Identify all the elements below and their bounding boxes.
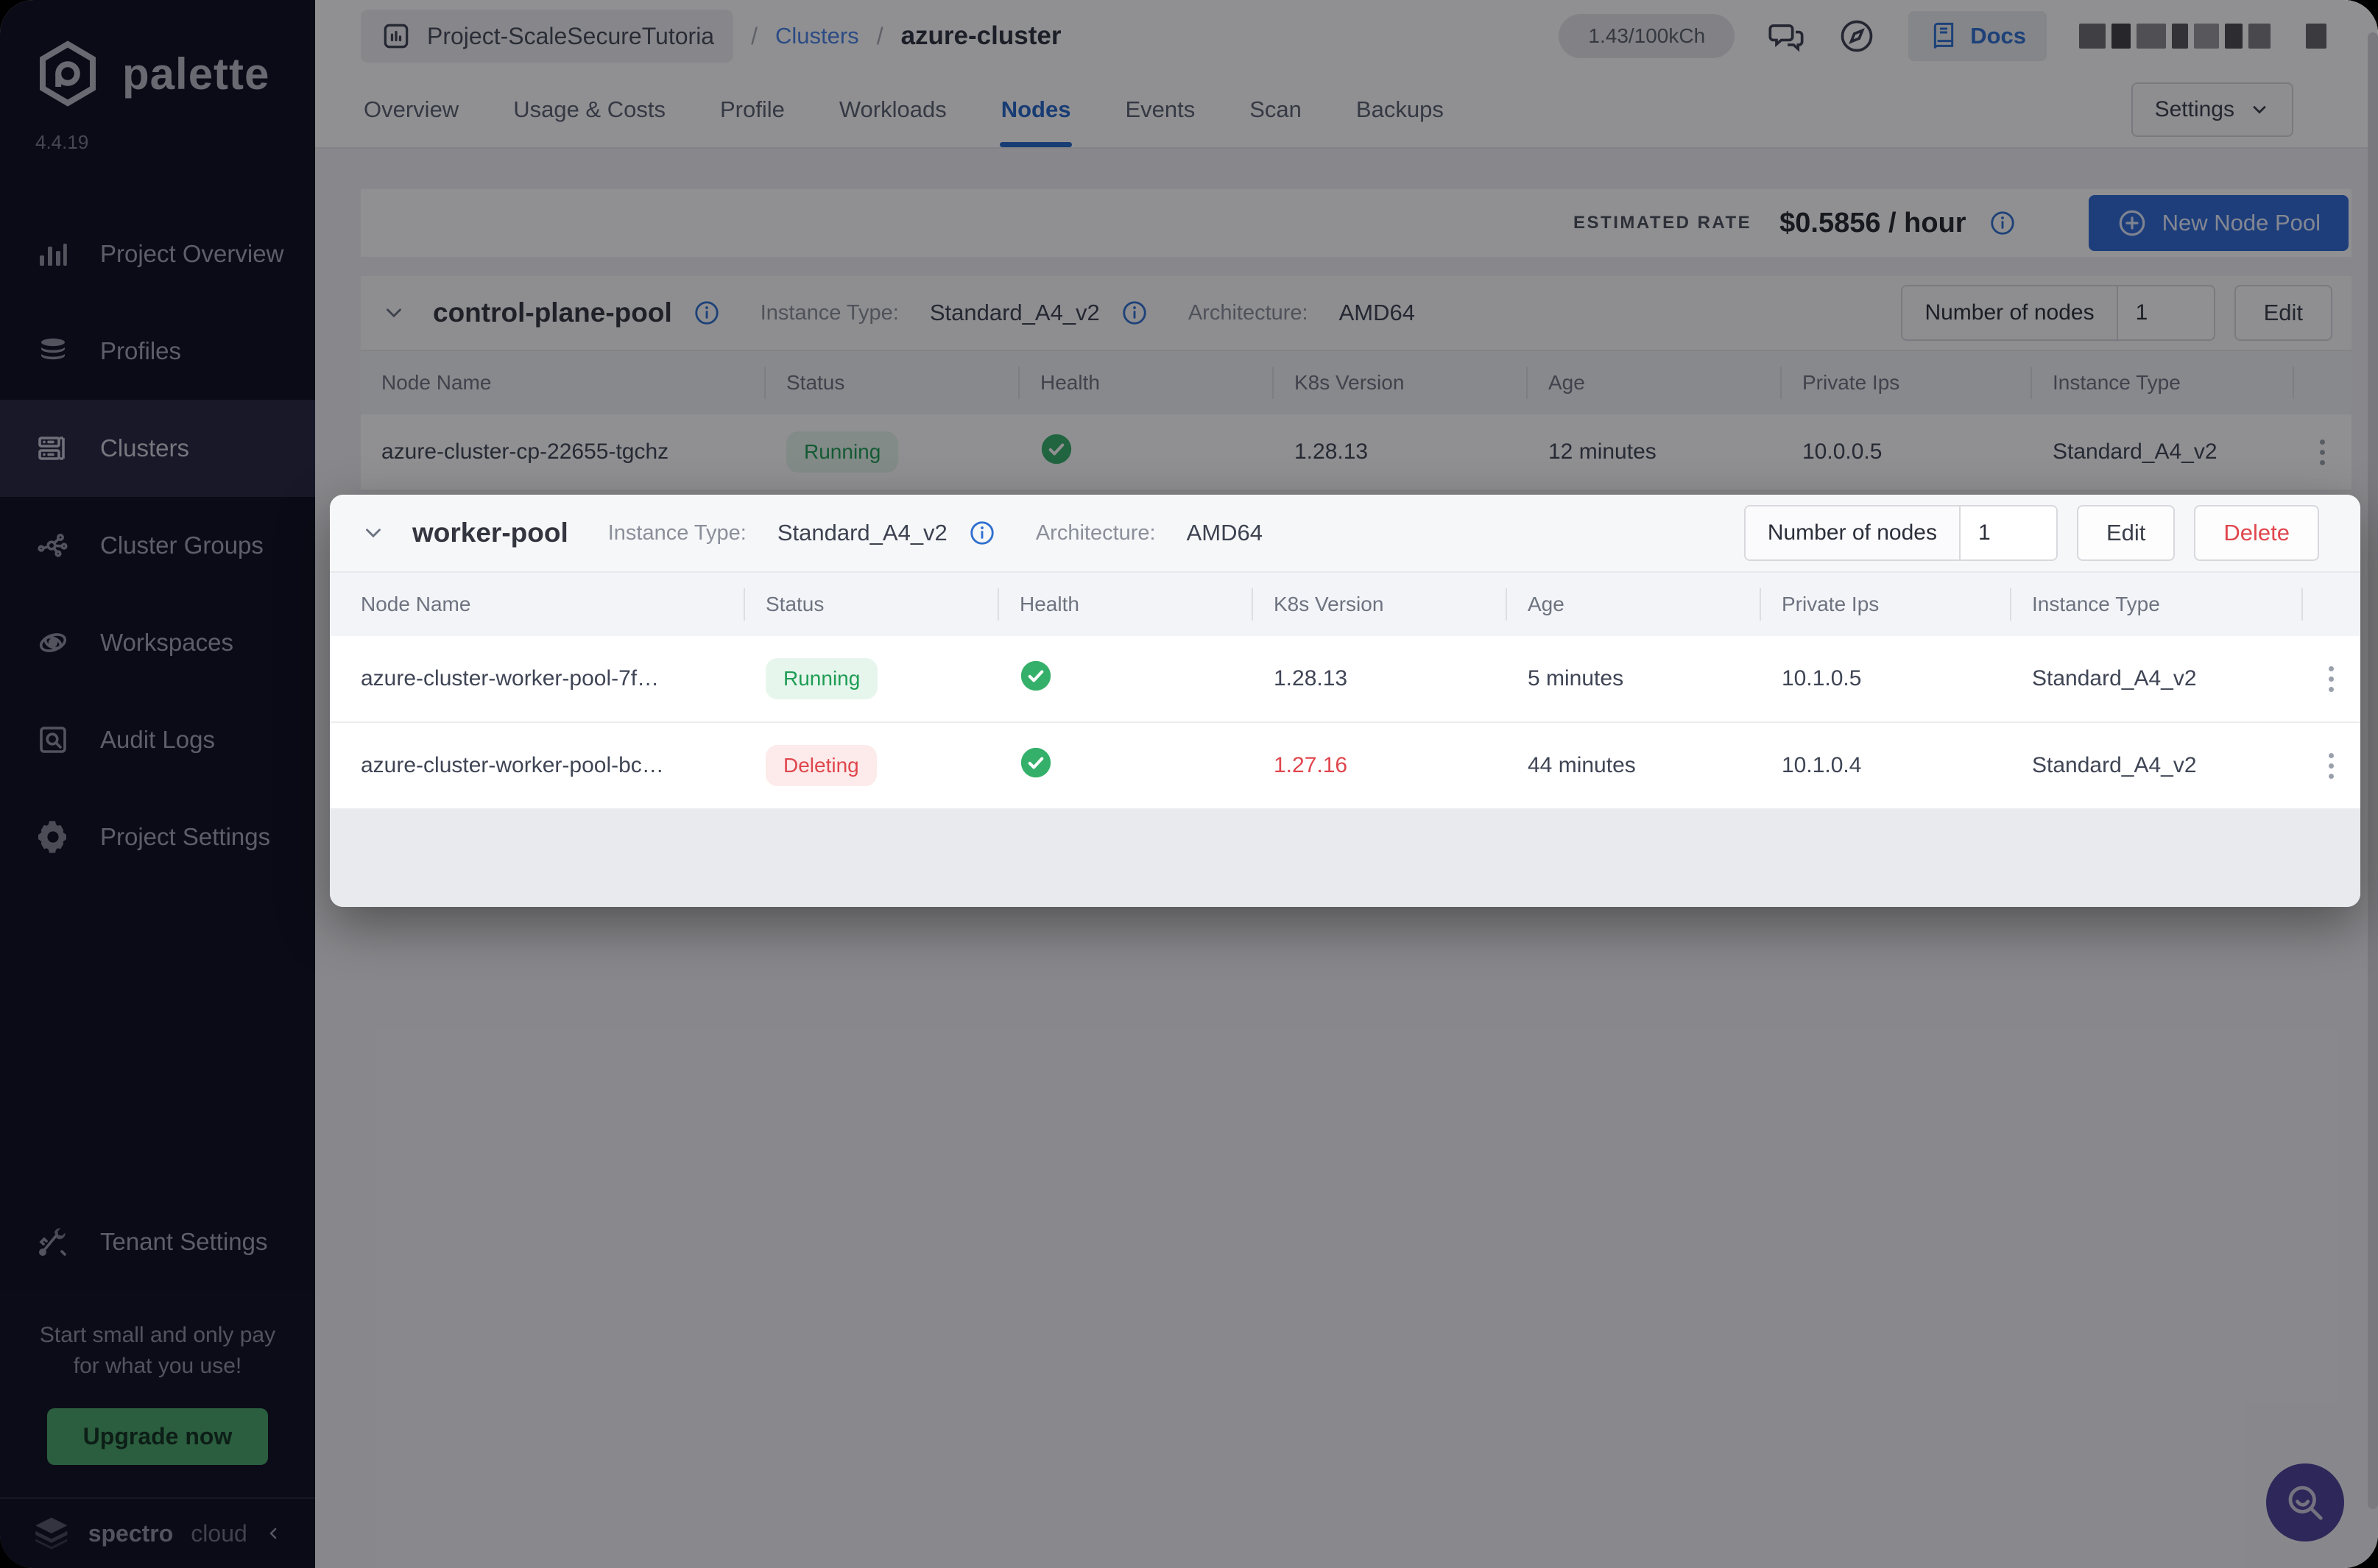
column-k8s-version: K8s Version [1252, 593, 1506, 616]
k8s-version: 1.27.16 [1274, 753, 1348, 777]
node-name: azure-cluster-worker-pool-7f… [361, 666, 660, 691]
column-node-name: Node Name [361, 593, 471, 615]
status-badge: Running [766, 658, 878, 699]
app-window: palette 4.4.19 Project Overview Profiles… [0, 0, 2378, 1568]
node-name: azure-cluster-worker-pool-bc… [361, 753, 664, 777]
status-badge: Deleting [766, 745, 877, 786]
pool-controls: Number of nodes 1 Edit Delete [1743, 505, 2319, 561]
instance-type-value: Standard_A4_v2 [777, 520, 948, 545]
k8s-version: 1.28.13 [1274, 666, 1348, 691]
health-check-icon [1020, 747, 1051, 778]
info-icon[interactable] [968, 519, 996, 547]
architecture-label: Architecture: [1035, 520, 1156, 545]
nodes-table-header: Node Name Status Health K8s Version Age … [330, 571, 2360, 636]
column-health: Health [998, 593, 1252, 616]
instance-type: Standard_A4_v2 [2032, 753, 2197, 777]
row-actions-menu[interactable] [2301, 749, 2360, 783]
column-status: Status [744, 593, 998, 616]
collapse-pool-icon[interactable] [361, 520, 386, 545]
number-of-nodes-input[interactable]: 1 [1958, 506, 2056, 559]
instance-type: Standard_A4_v2 [2032, 666, 2197, 691]
private-ip: 10.1.0.4 [1782, 753, 1862, 777]
table-row: azure-cluster-worker-pool-7f… Running 1.… [330, 636, 2360, 723]
health-check-icon [1020, 660, 1051, 691]
delete-pool-button[interactable]: Delete [2194, 505, 2319, 561]
row-actions-menu[interactable] [2301, 662, 2360, 696]
private-ip: 10.1.0.5 [1782, 666, 1862, 691]
edit-pool-button[interactable]: Edit [2076, 505, 2176, 561]
worker-pool-header: worker-pool Instance Type: Standard_A4_v… [330, 495, 2360, 571]
column-age: Age [1506, 593, 1760, 616]
table-row: azure-cluster-worker-pool-bc… Deleting 1… [330, 723, 2360, 810]
number-of-nodes-label: Number of nodes [1745, 506, 1959, 559]
node-age: 5 minutes [1528, 666, 1624, 691]
number-of-nodes-control: Number of nodes 1 [1743, 505, 2058, 561]
node-age: 44 minutes [1528, 753, 1636, 777]
instance-type-label: Instance Type: [607, 520, 747, 545]
pool-name: worker-pool [412, 518, 568, 548]
worker-pool-section: worker-pool Instance Type: Standard_A4_v… [330, 495, 2360, 907]
column-private-ips: Private Ips [1760, 593, 2010, 616]
architecture-value: AMD64 [1186, 520, 1263, 545]
column-instance-type: Instance Type [2010, 593, 2301, 616]
pool-card-footer [330, 810, 2360, 907]
